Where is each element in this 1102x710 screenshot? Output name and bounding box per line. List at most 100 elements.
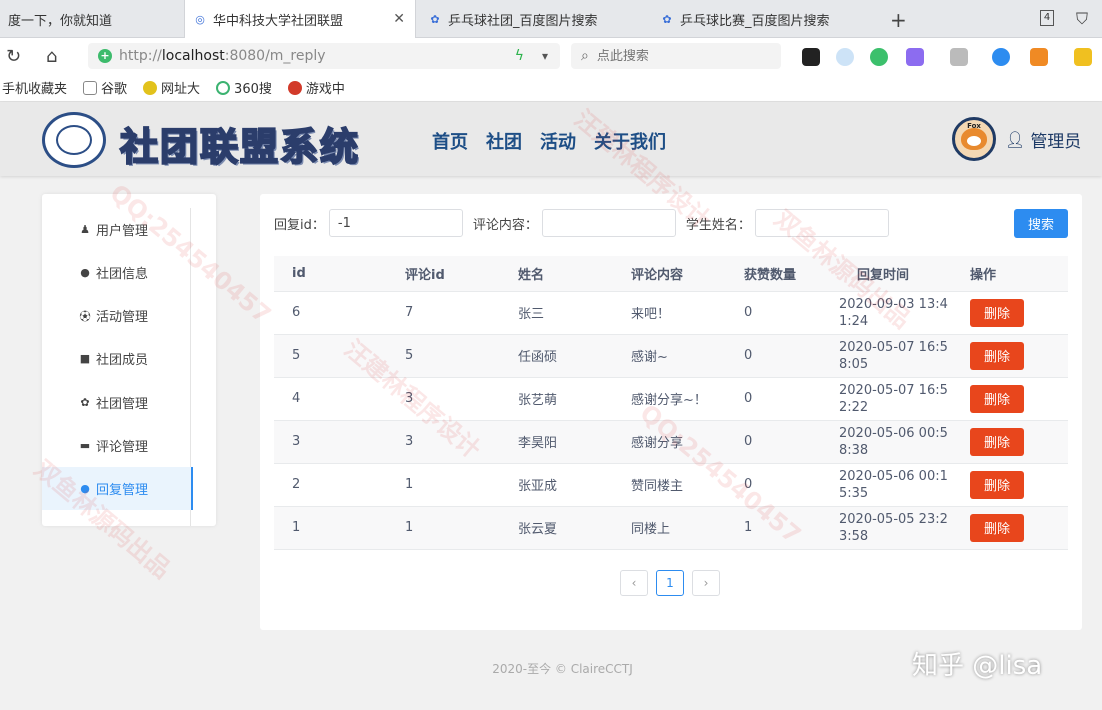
column-header[interactable]: 评论内容 xyxy=(613,256,726,292)
cell-id: 6 xyxy=(274,291,387,335)
cell-likes: 0 xyxy=(726,334,839,378)
scissors-icon[interactable] xyxy=(950,48,968,66)
tab-count-button[interactable]: 4 xyxy=(1040,10,1054,26)
cell-likes: 0 xyxy=(726,291,839,335)
browser-search-input[interactable] xyxy=(596,48,767,64)
nav-home[interactable]: 首页 xyxy=(432,128,468,154)
tab-label: 度一下，你就知道 xyxy=(8,13,113,29)
translate-icon[interactable] xyxy=(906,48,924,66)
reply-icon: ● xyxy=(80,482,90,495)
chevron-down-icon[interactable]: ▾ xyxy=(542,49,548,63)
home-icon[interactable]: ⌂ xyxy=(46,46,57,67)
url-text: http://localhost:8080/m_reply xyxy=(119,48,326,64)
user-menu[interactable]: 👤︎ 管理员 xyxy=(1005,127,1081,152)
extension-icon[interactable] xyxy=(870,48,888,66)
reply-id-label: 回复id： xyxy=(274,217,325,233)
reply-id-input[interactable] xyxy=(328,209,463,237)
column-header[interactable]: 回复时间 xyxy=(839,256,952,292)
student-name-input[interactable] xyxy=(754,209,889,237)
refresh-icon[interactable]: ↻ xyxy=(6,46,21,67)
cell-name: 任函硕 xyxy=(500,334,613,378)
comment-content-label: 评论内容： xyxy=(472,217,538,233)
bookmark-hao123[interactable]: 网址大 xyxy=(143,78,200,97)
new-tab-button[interactable]: + xyxy=(890,8,907,32)
sidebar-item-club-info[interactable]: ● 社团信息 xyxy=(42,251,191,294)
next-page-button[interactable]: › xyxy=(692,570,720,596)
cell-id: 2 xyxy=(274,463,387,507)
bookmark-360[interactable]: 360搜 xyxy=(216,78,272,97)
search-icon: ⌕ xyxy=(581,48,589,64)
ball-icon: ⚽︎ xyxy=(79,309,91,323)
delete-button[interactable]: 删除 xyxy=(970,298,1024,327)
prev-page-button[interactable]: ‹ xyxy=(620,570,648,596)
nav-clubs[interactable]: 社团 xyxy=(486,128,522,154)
bookmark-games[interactable]: 游戏中 xyxy=(287,78,345,97)
brand-title[interactable]: 社团联盟系统 xyxy=(119,116,360,171)
nav-activities[interactable]: 活动 xyxy=(540,128,576,154)
extension-icon[interactable] xyxy=(836,48,854,66)
browser-tab-pingpong-match[interactable]: ✿ 乒乓球比赛_百度图片搜索 xyxy=(652,0,882,38)
sidebar-item-members[interactable]: ■ 社团成员 xyxy=(42,337,191,380)
cell-comment-id: 3 xyxy=(387,420,500,464)
delete-button[interactable]: 删除 xyxy=(970,513,1024,542)
browser-tab-baidu[interactable]: 度一下，你就知道 xyxy=(0,0,184,38)
speed-mode-icon[interactable]: ϟ xyxy=(515,48,524,64)
sidebar-item-users[interactable]: ♟ 用户管理 xyxy=(42,208,191,251)
sidebar-item-replies[interactable]: ● 回复管理 xyxy=(42,467,193,510)
tab-label: 乒乓球比赛_百度图片搜索 xyxy=(680,13,830,29)
chat-icon: ● xyxy=(80,266,90,279)
sidebar-item-comments[interactable]: ▬ 评论管理 xyxy=(42,424,191,467)
bookmark-mobile[interactable]: 手机收藏夹 xyxy=(2,78,67,97)
table-row: 4 3 张艺萌 感谢分享~！ 0 2020-05-07 16:52:22 删除 xyxy=(274,377,1068,421)
column-header[interactable]: 获赞数量 xyxy=(726,256,839,292)
sidebar-item-activities[interactable]: ⚽︎ 活动管理 xyxy=(42,294,191,337)
delete-button[interactable]: 删除 xyxy=(970,427,1024,456)
close-icon[interactable]: ✕ xyxy=(393,11,405,27)
browser-tab-pingpong-club[interactable]: ✿ 乒乓球社团_百度图片搜索 xyxy=(420,0,644,38)
browser-search[interactable]: ⌕ xyxy=(571,43,781,69)
globe-icon: ◎ xyxy=(195,12,205,26)
wallet-icon[interactable] xyxy=(1074,48,1092,66)
magnifier-icon[interactable] xyxy=(992,48,1010,66)
skin-icon[interactable]: ⛉ xyxy=(1076,9,1088,29)
bookmarks-bar: 手机收藏夹 谷歌 网址大 360搜 游戏中 xyxy=(0,74,1102,102)
users-icon: ♟ xyxy=(80,223,90,236)
column-header[interactable]: id xyxy=(274,256,387,292)
reply-table: id 评论id 姓名 评论内容 获赞数量 回复时间 操作 6 7 张三 来吧！ … xyxy=(274,256,1068,550)
bookmark-google[interactable]: 谷歌 xyxy=(83,78,127,97)
cell-likes: 1 xyxy=(726,506,839,550)
cell-id: 3 xyxy=(274,420,387,464)
column-header: 操作 xyxy=(952,256,1068,292)
column-header[interactable]: 姓名 xyxy=(500,256,613,292)
table-row: 2 1 张亚成 赞同楼主 0 2020-05-06 00:15:35 删除 xyxy=(274,463,1068,507)
avatar[interactable]: Fox xyxy=(952,117,996,161)
comment-content-input[interactable] xyxy=(541,209,676,237)
table-row: 1 1 张云夏 同楼上 1 2020-05-05 23:23:58 删除 xyxy=(274,506,1068,550)
cell-id: 1 xyxy=(274,506,387,550)
delete-button[interactable]: 删除 xyxy=(970,384,1024,413)
sidebar-item-club-admin[interactable]: ✿ 社团管理 xyxy=(42,381,191,424)
cell-comment-id: 1 xyxy=(387,463,500,507)
page-button[interactable]: 1 xyxy=(656,570,684,596)
extension-icon[interactable] xyxy=(802,48,820,66)
url-field[interactable]: + http://localhost:8080/m_reply ϟ ▾ xyxy=(88,43,560,69)
game-icon[interactable] xyxy=(1030,48,1048,66)
comment-icon: ▬ xyxy=(79,439,91,452)
column-header[interactable]: 评论id xyxy=(387,256,500,292)
cell-time: 2020-09-03 13:41:24 xyxy=(839,291,952,335)
shield-icon: + xyxy=(98,49,112,63)
search-button[interactable]: 搜索 xyxy=(1014,209,1068,238)
cell-time: 2020-05-06 00:15:35 xyxy=(839,463,952,507)
browser-tab-club-union[interactable]: ◎ 华中科技大学社团联盟 ✕ xyxy=(184,0,416,38)
delete-button[interactable]: 删除 xyxy=(970,341,1024,370)
reply-management-panel: 回复id： 评论内容： 学生姓名： 搜索 id 评论id 姓名 评论内容 获赞数… xyxy=(260,194,1082,630)
paw-icon: ✿ xyxy=(430,12,440,26)
folder-icon: ■ xyxy=(79,352,91,365)
cell-comment-id: 3 xyxy=(387,377,500,421)
delete-button[interactable]: 删除 xyxy=(970,470,1024,499)
page-icon xyxy=(83,80,98,95)
nav-about[interactable]: 关于我们 xyxy=(594,128,666,154)
cell-likes: 0 xyxy=(726,463,839,507)
university-logo[interactable] xyxy=(42,112,106,168)
cell-likes: 0 xyxy=(726,420,839,464)
